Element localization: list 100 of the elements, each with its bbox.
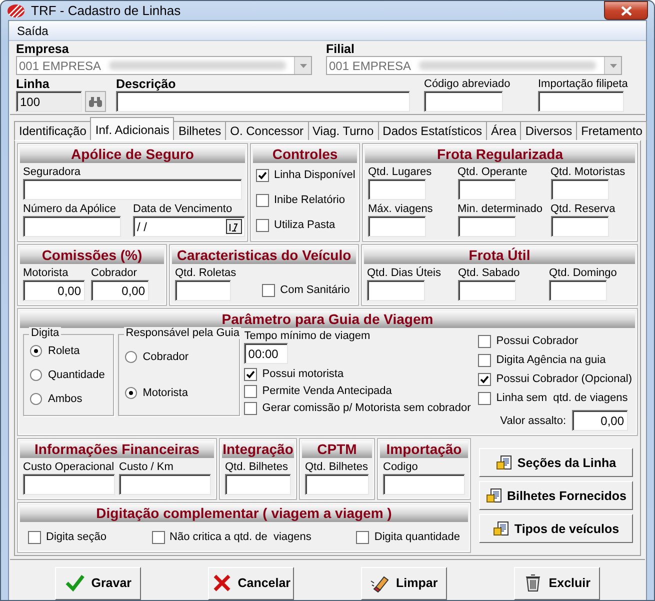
field-label: Qtd. Lugares — [368, 165, 433, 179]
field-label: Máx. viagens — [368, 202, 434, 216]
close-icon — [620, 6, 632, 16]
close-button[interactable] — [604, 1, 648, 20]
checkbox[interactable] — [478, 334, 492, 348]
action-button[interactable]: Seções da Linha — [479, 448, 634, 477]
checkbox[interactable] — [256, 168, 269, 182]
field-label: Custo / Km — [119, 460, 174, 474]
text-field[interactable] — [23, 179, 242, 200]
dropdown[interactable]: 001 EMPRESA — [326, 56, 622, 75]
checkbox-label: Linha sem qtd. de viagens — [496, 391, 628, 405]
checkbox-label: Gerar comissão p/ Motorista sem cobrador — [262, 401, 471, 415]
save-button[interactable]: Gravar — [55, 566, 142, 600]
field-label: Qtd. Dias Úteis — [367, 266, 442, 280]
group-legend: Digita — [29, 327, 62, 339]
checkbox-label: Inibe Relatório — [274, 193, 345, 207]
dropdown-arrow-icon — [610, 64, 616, 68]
text-field[interactable] — [225, 474, 291, 495]
text-field[interactable] — [458, 280, 516, 301]
binoculars-icon — [88, 96, 103, 108]
text-field[interactable] — [550, 179, 608, 200]
field-label: Min. determinado — [458, 202, 542, 216]
field-label: Qtd. Motoristas — [550, 165, 626, 179]
tab[interactable]: Inf. Adicionais — [90, 117, 174, 140]
text-field[interactable]: 00:00 — [244, 343, 288, 364]
field-label: Seguradora — [23, 165, 82, 179]
text-field[interactable] — [367, 280, 425, 301]
checkbox[interactable] — [262, 284, 276, 296]
text-field[interactable] — [538, 91, 624, 112]
field-label: Qtd. Operante — [458, 165, 528, 179]
field-label: Número da Apólice — [23, 202, 117, 216]
text-field[interactable] — [424, 91, 503, 112]
text-field[interactable]: 100 — [16, 91, 82, 112]
text-field[interactable] — [368, 216, 426, 237]
action-button[interactable]: Tipos de veículos — [479, 514, 634, 543]
section-title: Parâmetro para Guia de Viagem — [20, 311, 635, 328]
checkbox-label: Com Sanitário — [280, 283, 350, 297]
clear-button[interactable]: Limpar — [360, 566, 447, 600]
checkbox[interactable] — [244, 402, 258, 414]
field-label: Código abreviado — [424, 77, 512, 91]
checkbox[interactable] — [478, 372, 492, 386]
document-icon — [496, 454, 512, 470]
checkbox[interactable] — [244, 368, 258, 380]
menu-item[interactable]: Saída — [13, 24, 52, 38]
section-title: Frota Regularizada — [365, 146, 635, 163]
checkbox[interactable] — [256, 218, 269, 232]
text-field[interactable] — [175, 280, 231, 301]
checkbox[interactable] — [478, 392, 492, 404]
text-field[interactable]: 0,00 — [23, 280, 85, 301]
section-title: Apólice de Seguro — [20, 146, 245, 163]
date-field[interactable]: / / — [133, 216, 245, 237]
checkbox[interactable] — [152, 530, 165, 544]
text-field[interactable] — [305, 474, 369, 495]
cancel-button[interactable]: Cancelar — [208, 566, 294, 600]
text-field[interactable] — [368, 179, 426, 200]
search-button[interactable] — [85, 91, 106, 112]
checkbox[interactable] — [356, 530, 370, 544]
text-field[interactable] — [23, 216, 121, 237]
checkbox[interactable] — [244, 384, 258, 398]
field-label: Valor assalto: — [500, 414, 566, 428]
field-label: Empresa — [16, 43, 70, 56]
text-field[interactable]: 0,00 — [91, 280, 149, 301]
checkbox[interactable] — [478, 354, 492, 366]
checkbox[interactable] — [256, 194, 269, 206]
radio-label: Cobrador — [142, 350, 189, 364]
field-label: Cobrador — [91, 266, 138, 280]
group-legend: Responsável pela Guia — [124, 327, 242, 339]
text-field[interactable] — [119, 474, 211, 495]
text-field[interactable] — [458, 179, 516, 200]
text-field[interactable] — [458, 216, 516, 237]
field-label: Data de Vencimento — [133, 202, 234, 216]
field-label: Custo Operacional — [23, 460, 115, 474]
action-button[interactable]: Bilhetes Fornecidos — [479, 481, 634, 510]
text-field[interactable] — [383, 474, 465, 495]
tab[interactable]: Identificação — [14, 121, 92, 140]
checkbox-label: Digita seção — [46, 530, 107, 544]
tab[interactable]: Viag. Turno — [308, 121, 379, 140]
text-field[interactable] — [550, 216, 608, 237]
field-label: Motorista — [23, 266, 70, 280]
dropdown[interactable]: 001 EMPRESA — [16, 56, 312, 75]
checkbox-label: Digita quantidade — [374, 530, 460, 544]
radio-button[interactable] — [30, 393, 42, 405]
delete-button[interactable]: Excluir — [514, 566, 600, 600]
text-field[interactable] — [549, 280, 607, 301]
section-title: Integração — [222, 441, 294, 458]
text-field[interactable]: 0,00 — [572, 410, 628, 431]
checkbox-label: Possui Cobrador (Opcional) — [496, 372, 632, 386]
radio-button[interactable] — [30, 369, 42, 381]
radio-button[interactable] — [30, 345, 42, 357]
field-label: Filial — [326, 43, 356, 56]
radio-button[interactable] — [124, 387, 137, 399]
checkbox[interactable] — [28, 530, 41, 544]
checkbox-label: Permite Venda Antecipada — [262, 384, 392, 398]
tab[interactable]: Fretamento — [576, 121, 648, 140]
radio-label: Motorista — [142, 386, 188, 400]
calendar-icon — [226, 219, 242, 234]
radio-button[interactable] — [124, 351, 137, 363]
text-field[interactable] — [23, 474, 115, 495]
section-title: CPTM — [302, 441, 372, 458]
text-field[interactable] — [116, 91, 410, 112]
